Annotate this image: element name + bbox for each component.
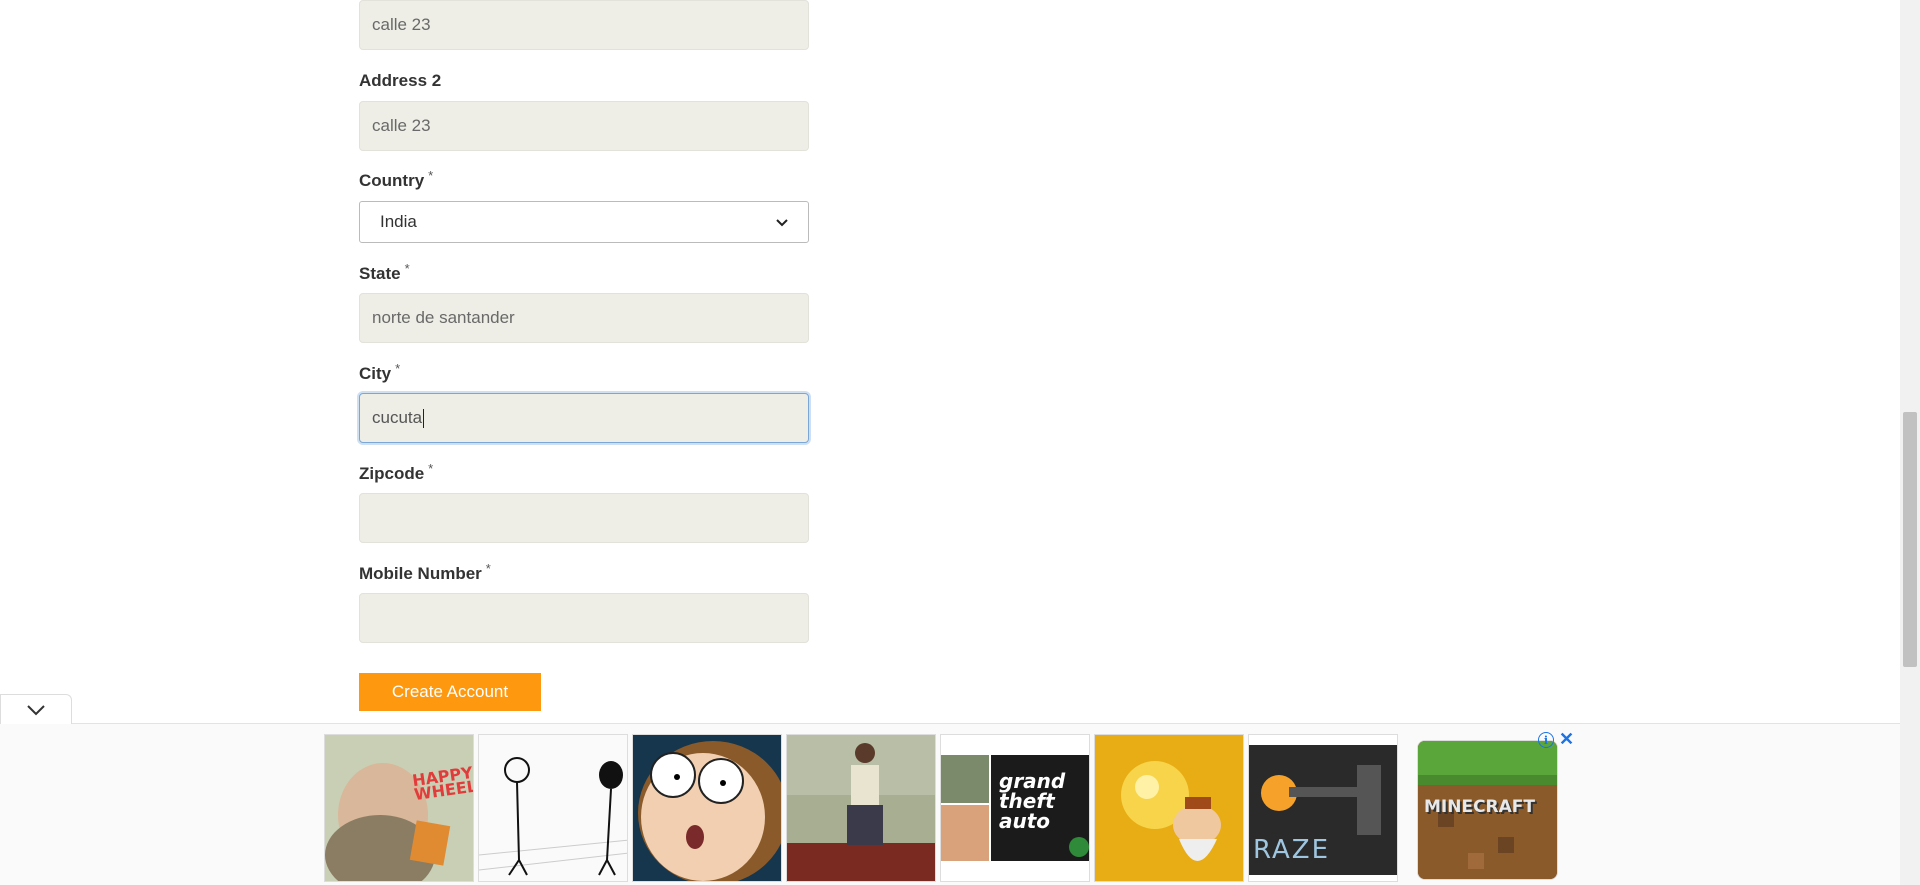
ad-tile-gold-miner[interactable] <box>1094 734 1244 882</box>
raze-logo: RAZE <box>1253 835 1331 865</box>
city-value: cucuta <box>372 408 423 427</box>
morty-face-image <box>633 735 781 881</box>
gold-miner-image <box>1095 735 1243 881</box>
state-label: State * <box>359 261 410 284</box>
mobile-label-text: Mobile Number <box>359 564 482 583</box>
address2-value: calle 23 <box>372 116 431 135</box>
required-marker: * <box>428 168 434 183</box>
city-label: City * <box>359 361 401 384</box>
ad-tile-minecraft[interactable]: MINECRAFT <box>1417 740 1558 880</box>
zipcode-input[interactable] <box>359 493 809 543</box>
zipcode-label-text: Zipcode <box>359 464 425 483</box>
ad-tile-gta-v[interactable]: grand theft auto <box>940 734 1090 882</box>
gta-san-andreas-image <box>787 735 935 881</box>
required-marker: * <box>485 561 491 576</box>
text-caret <box>423 408 425 428</box>
ad-close-icon[interactable]: ✕ <box>1559 729 1574 750</box>
state-value: norte de santander <box>372 308 515 327</box>
required-marker: * <box>404 261 410 276</box>
page: calle 23 Address 2 calle 23 Country * Ind… <box>0 0 1920 885</box>
ad-tile-gta-sa[interactable] <box>786 734 936 882</box>
stick-figures-image <box>479 735 627 881</box>
scrollbar-thumb[interactable] <box>1903 412 1917 667</box>
ad-collapse-button[interactable] <box>0 694 72 724</box>
chevron-down-icon <box>27 704 45 715</box>
country-label: Country * <box>359 168 434 191</box>
ad-tile-raze[interactable]: RAZE <box>1248 734 1398 882</box>
gta-logo: grand theft auto <box>999 769 1066 833</box>
mobile-input[interactable] <box>359 593 809 643</box>
address1-value: calle 23 <box>372 15 431 34</box>
ad-info-icon[interactable]: i <box>1538 732 1554 748</box>
ad-tile-happy-wheels[interactable]: HAPPY WHEELS <box>324 734 474 882</box>
happy-wheels-logo: HAPPY WHEELS <box>410 762 474 805</box>
address2-input[interactable]: calle 23 <box>359 101 809 151</box>
ad-tile-morty[interactable] <box>632 734 782 882</box>
city-label-text: City <box>359 364 392 383</box>
country-select[interactable]: India <box>359 201 809 243</box>
country-selected-value: India <box>380 212 417 231</box>
state-label-text: State <box>359 264 401 283</box>
required-marker: * <box>395 361 401 376</box>
ad-tile-stick-figures[interactable] <box>478 734 628 882</box>
address2-label: Address 2 <box>359 71 441 91</box>
minecraft-logo: MINECRAFT <box>1424 797 1536 817</box>
address1-input[interactable]: calle 23 <box>359 0 809 50</box>
create-account-button[interactable]: Create Account <box>359 673 541 711</box>
required-marker: * <box>428 461 434 476</box>
city-input[interactable]: cucuta <box>359 393 809 443</box>
happy-wheels-image <box>325 735 473 881</box>
state-input[interactable]: norte de santander <box>359 293 809 343</box>
address2-label-text: Address 2 <box>359 71 442 90</box>
mobile-label: Mobile Number * <box>359 561 491 584</box>
zipcode-label: Zipcode * <box>359 461 434 484</box>
chevron-down-icon <box>776 214 788 230</box>
country-label-text: Country <box>359 171 425 190</box>
